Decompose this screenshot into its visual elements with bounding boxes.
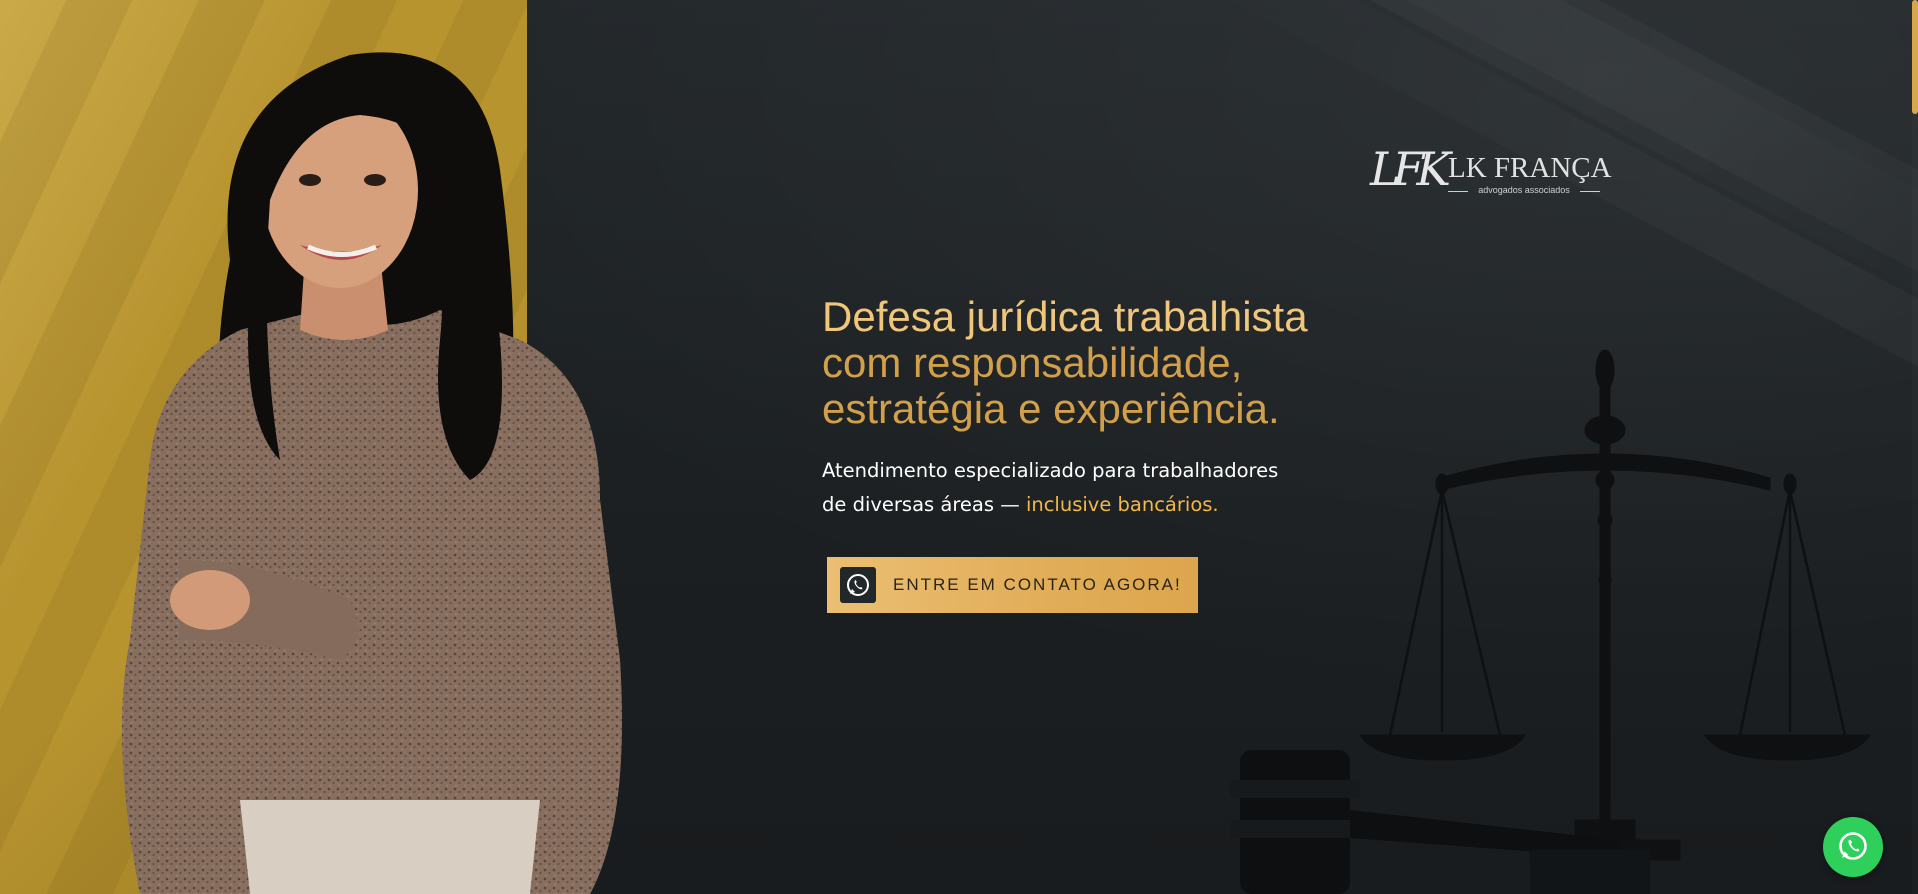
contact-now-button[interactable]: ENTRE EM CONTATO AGORA! [827,557,1198,613]
headline-line-2: com responsabilidade, [822,339,1243,386]
gavel-image [1230,750,1650,894]
scrollbar-thumb[interactable] [1912,0,1918,114]
brand-logo[interactable]: LFK LK FRANÇA advogados associados [1370,142,1612,202]
subtext-highlight: inclusive bancários. [1025,493,1219,516]
page-scrollbar[interactable] [1912,0,1918,894]
whatsapp-float-button[interactable] [1823,817,1883,877]
logo-name: LK FRANÇA [1448,152,1612,184]
headline-line-1: Defesa jurídica trabalhista [822,293,1308,340]
lawyer-portrait-image [122,52,622,894]
whatsapp-icon [840,567,876,603]
headline-line-3: estratégia e experiência. [822,385,1280,432]
hero-section: LFK LK FRANÇA advogados associados Defes… [0,0,1918,894]
logo-monogram: LFK [1370,142,1451,196]
subtext-line-1: Atendimento especializado para trabalhad… [822,459,1279,482]
whatsapp-icon [1836,829,1870,866]
hero-headline: Defesa jurídica trabalhista com responsa… [822,294,1442,432]
subtext-line-2: de diversas áreas — [822,493,1026,516]
hero-subtext: Atendimento especializado para trabalhad… [822,454,1342,522]
contact-now-label: ENTRE EM CONTATO AGORA! [893,575,1182,594]
logo-tagline: advogados associados [1448,185,1600,195]
